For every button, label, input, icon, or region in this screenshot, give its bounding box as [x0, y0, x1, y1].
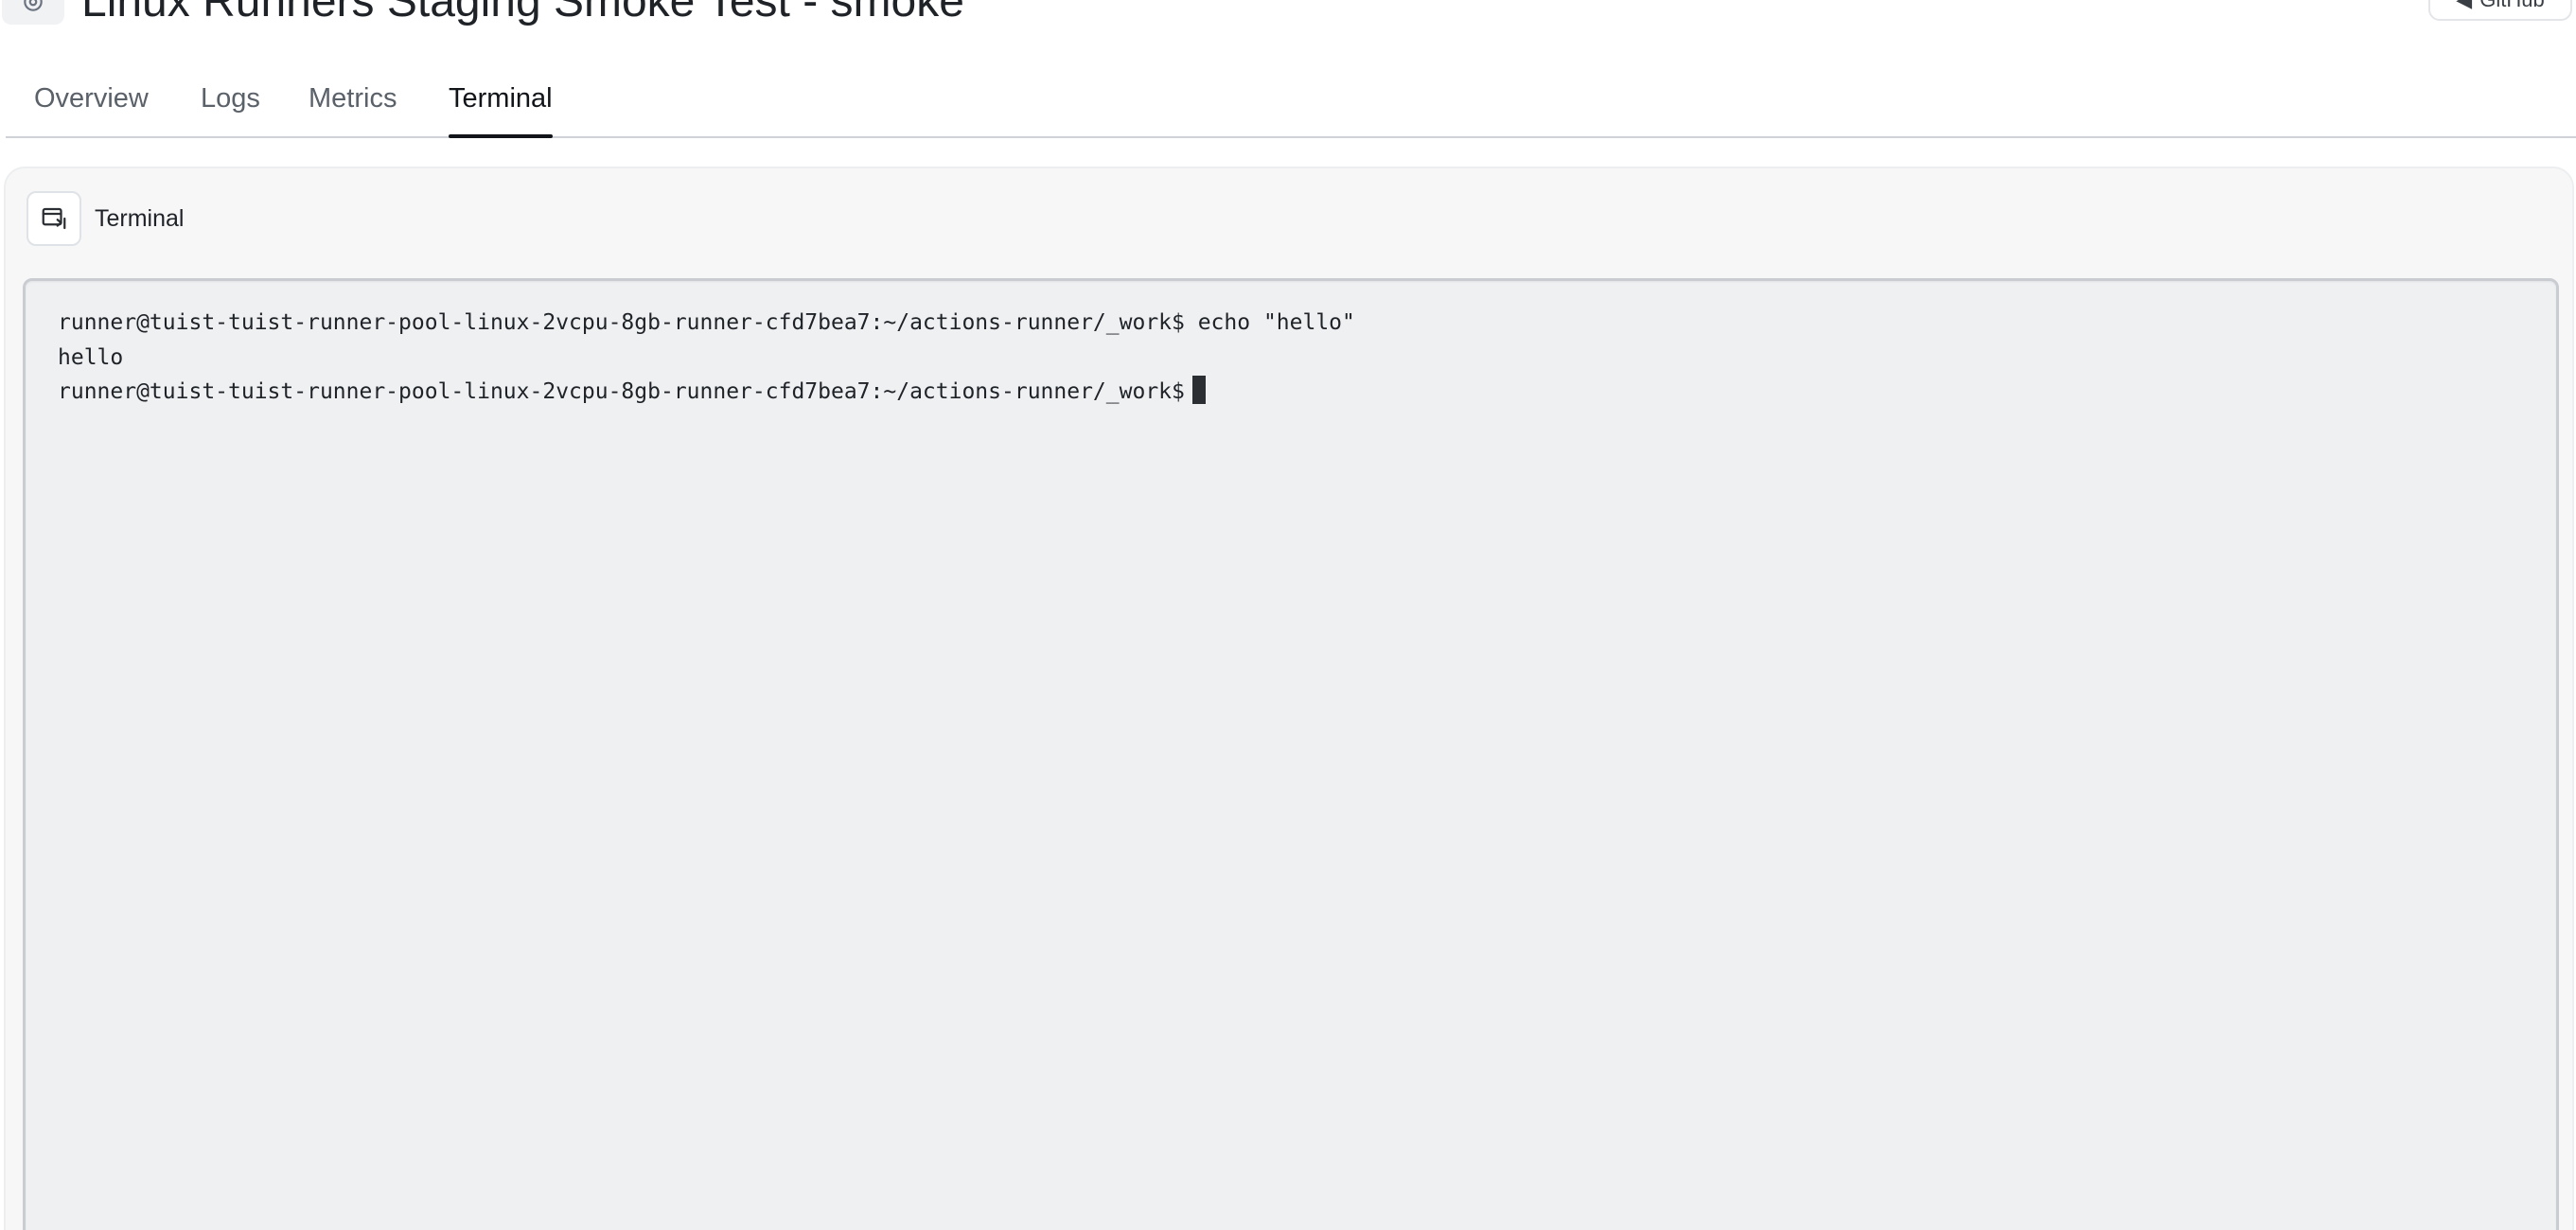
settings-icon	[2, 0, 64, 25]
terminal-line: hello	[58, 344, 124, 370]
panel-title: Terminal	[95, 204, 185, 232]
page: Linux Runners Staging Smoke Test - smoke…	[0, 0, 2576, 1230]
tab-logs[interactable]: Logs	[201, 79, 260, 117]
panel-header: Terminal	[26, 191, 184, 246]
terminal-line: runner@tuist-tuist-runner-pool-linux-2vc…	[58, 310, 1355, 335]
github-button[interactable]: ◀ GitHub	[2428, 0, 2572, 21]
terminal-output[interactable]: runner@tuist-tuist-runner-pool-linux-2vc…	[23, 278, 2559, 1230]
terminal-prompt: runner@tuist-tuist-runner-pool-linux-2vc…	[58, 379, 1185, 404]
terminal-prompt-line: runner@tuist-tuist-runner-pool-linux-2vc…	[58, 375, 2524, 410]
tab-metrics[interactable]: Metrics	[309, 79, 397, 117]
page-header: Linux Runners Staging Smoke Test - smoke…	[0, 0, 2576, 26]
terminal-cursor	[1191, 376, 1206, 404]
page-title: Linux Runners Staging Smoke Test - smoke	[81, 0, 964, 26]
tab-overview[interactable]: Overview	[34, 79, 149, 117]
github-icon: ◀	[2456, 0, 2472, 12]
tab-bar: Overview Logs Metrics Terminal	[6, 59, 2576, 138]
terminal-panel: Terminal runner@tuist-tuist-runner-pool-…	[4, 167, 2574, 1230]
github-button-label: GitHub	[2479, 0, 2544, 12]
terminal-window-icon	[26, 191, 81, 246]
tab-terminal[interactable]: Terminal	[449, 79, 553, 138]
